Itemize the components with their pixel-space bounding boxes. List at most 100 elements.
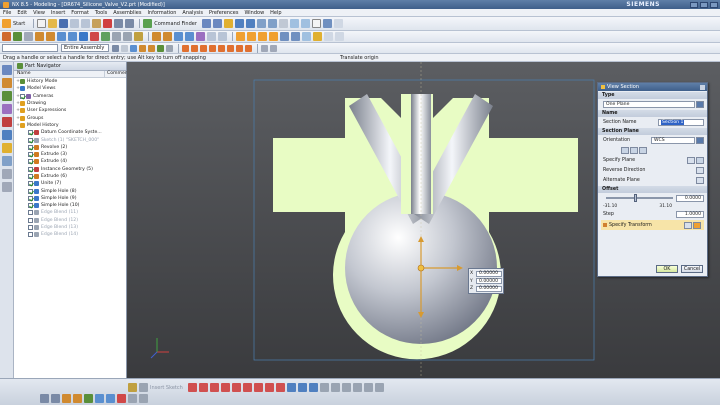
- shaded-with-edges-icon[interactable]: [291, 32, 300, 41]
- edit-section-icon[interactable]: [313, 32, 322, 41]
- delete-icon[interactable]: [103, 19, 113, 28]
- boss-icon[interactable]: [68, 32, 77, 41]
- views-icon[interactable]: [234, 19, 244, 28]
- fit-icon[interactable]: [236, 32, 245, 41]
- orient-view-icon[interactable]: [280, 32, 289, 41]
- section-name-input[interactable]: Section 1: [658, 118, 704, 126]
- edge-blend-icon[interactable]: [112, 32, 121, 41]
- reuse-library-tab-icon[interactable]: [2, 104, 12, 114]
- paste-icon[interactable]: [92, 19, 102, 28]
- undo-icon[interactable]: [114, 19, 124, 28]
- tree-item[interactable]: + Model History: [14, 122, 126, 129]
- finish-sketch-icon[interactable]: [128, 383, 137, 392]
- circle-icon[interactable]: [220, 383, 230, 392]
- process-studio-tab-icon[interactable]: [2, 169, 12, 179]
- split-body-icon[interactable]: [185, 32, 194, 41]
- menu-view[interactable]: View: [33, 10, 45, 16]
- name-group-header[interactable]: Name: [598, 110, 707, 117]
- quickpick-icon[interactable]: [261, 44, 268, 52]
- hide-icon[interactable]: [267, 19, 277, 28]
- fillet-icon[interactable]: [231, 383, 241, 392]
- mirror-curve-icon[interactable]: [308, 383, 318, 392]
- trim-icon[interactable]: [319, 383, 329, 392]
- inferred-plane-icon[interactable]: [696, 156, 704, 164]
- pattern-curve-icon[interactable]: [297, 383, 307, 392]
- snap-quadrant-icon[interactable]: [227, 44, 234, 52]
- edit-feature-icon[interactable]: [62, 394, 71, 403]
- part-navigator-tab-icon[interactable]: [2, 91, 12, 101]
- intersect-icon[interactable]: [101, 32, 110, 41]
- command-finder-icon[interactable]: [143, 19, 153, 28]
- menu-information[interactable]: Information: [147, 10, 176, 16]
- polygon-icon[interactable]: [253, 383, 263, 392]
- tree-item[interactable]: Datum Coordinate Syste...: [14, 129, 126, 136]
- revolve-icon[interactable]: [46, 32, 55, 41]
- snap-icon[interactable]: [322, 19, 332, 28]
- selection-scope-dropdown[interactable]: Entire Assembly: [61, 44, 109, 52]
- spline-icon[interactable]: [264, 383, 274, 392]
- sketch-name-icon[interactable]: [139, 383, 148, 392]
- cancel-button[interactable]: Cancel: [681, 265, 703, 273]
- plane-y-icon[interactable]: [630, 146, 638, 154]
- arc-icon[interactable]: [209, 383, 219, 392]
- menu-format[interactable]: Format: [71, 10, 89, 16]
- replay-icon[interactable]: [95, 394, 104, 403]
- offset-group-header[interactable]: Offset: [598, 186, 707, 193]
- visibility-checkbox[interactable]: [28, 144, 33, 150]
- menu-tools[interactable]: Tools: [95, 10, 107, 16]
- dropdown-arrow-icon[interactable]: [696, 100, 704, 108]
- rectangle-icon[interactable]: [242, 383, 252, 392]
- offset-curve-icon[interactable]: [286, 383, 296, 392]
- tree-item[interactable]: Instance Geometry (5): [14, 166, 126, 173]
- constraint-navigator-tab-icon[interactable]: [2, 78, 12, 88]
- tree-item[interactable]: + History Mode: [14, 78, 126, 85]
- type-filter-dropdown[interactable]: [2, 44, 58, 52]
- snap-midpoint-icon[interactable]: [191, 44, 198, 52]
- snap-control-icon[interactable]: [200, 44, 207, 52]
- touch-mode-icon[interactable]: [278, 19, 288, 28]
- tree-item[interactable]: Revolve (2): [14, 144, 126, 151]
- snap-intersection-icon[interactable]: [209, 44, 216, 52]
- menu-file[interactable]: File: [3, 10, 11, 16]
- tree-item[interactable]: Unite (7): [14, 180, 126, 187]
- feature-select-icon[interactable]: [130, 44, 137, 52]
- type-group-header[interactable]: Type: [598, 92, 707, 99]
- offset-slider[interactable]: [606, 194, 673, 202]
- x-coordinate-input[interactable]: 0.00000: [476, 270, 502, 277]
- snap-center-icon[interactable]: [218, 44, 225, 52]
- step-input[interactable]: 1.0000: [676, 210, 704, 218]
- minimize-button[interactable]: [690, 1, 698, 8]
- close-button[interactable]: [710, 1, 718, 8]
- unite-icon[interactable]: [79, 32, 88, 41]
- settings-icon[interactable]: [139, 394, 148, 403]
- visibility-checkbox[interactable]: [20, 93, 25, 99]
- snap-on-curve-icon[interactable]: [245, 44, 252, 52]
- corner-icon[interactable]: [341, 383, 351, 392]
- suppress-icon[interactable]: [73, 394, 82, 403]
- menu-preferences[interactable]: Preferences: [209, 10, 238, 16]
- tree-item[interactable]: Edge Blend (11): [14, 209, 126, 216]
- tree-item[interactable]: Simple Hole (9): [14, 195, 126, 202]
- visibility-checkbox[interactable]: [28, 181, 33, 187]
- chamfer-icon[interactable]: [123, 32, 132, 41]
- offset-slider-thumb[interactable]: [634, 194, 638, 202]
- sketch-icon[interactable]: [2, 32, 11, 41]
- dynamic-csys-icon[interactable]: [693, 221, 701, 229]
- stop-icon[interactable]: [117, 394, 126, 403]
- history-tab-icon[interactable]: [2, 143, 12, 153]
- face-select-icon[interactable]: [139, 44, 146, 52]
- dialog-close-icon[interactable]: [700, 84, 705, 90]
- point-sketch-icon[interactable]: [275, 383, 285, 392]
- rotate-icon[interactable]: [258, 32, 267, 41]
- dimension-icon[interactable]: [363, 383, 373, 392]
- origin-handle[interactable]: [417, 264, 425, 272]
- tree-item[interactable]: Edge Blend (12): [14, 217, 126, 224]
- body-select-icon[interactable]: [157, 44, 164, 52]
- visibility-checkbox[interactable]: [28, 217, 33, 223]
- auto-constrain-icon[interactable]: [374, 383, 384, 392]
- menu-help[interactable]: Help: [270, 10, 281, 16]
- info-icon[interactable]: [128, 394, 137, 403]
- cut-icon[interactable]: [70, 19, 80, 28]
- tree-item[interactable]: Simple Hole (8): [14, 187, 126, 194]
- blank-icon[interactable]: [311, 19, 321, 28]
